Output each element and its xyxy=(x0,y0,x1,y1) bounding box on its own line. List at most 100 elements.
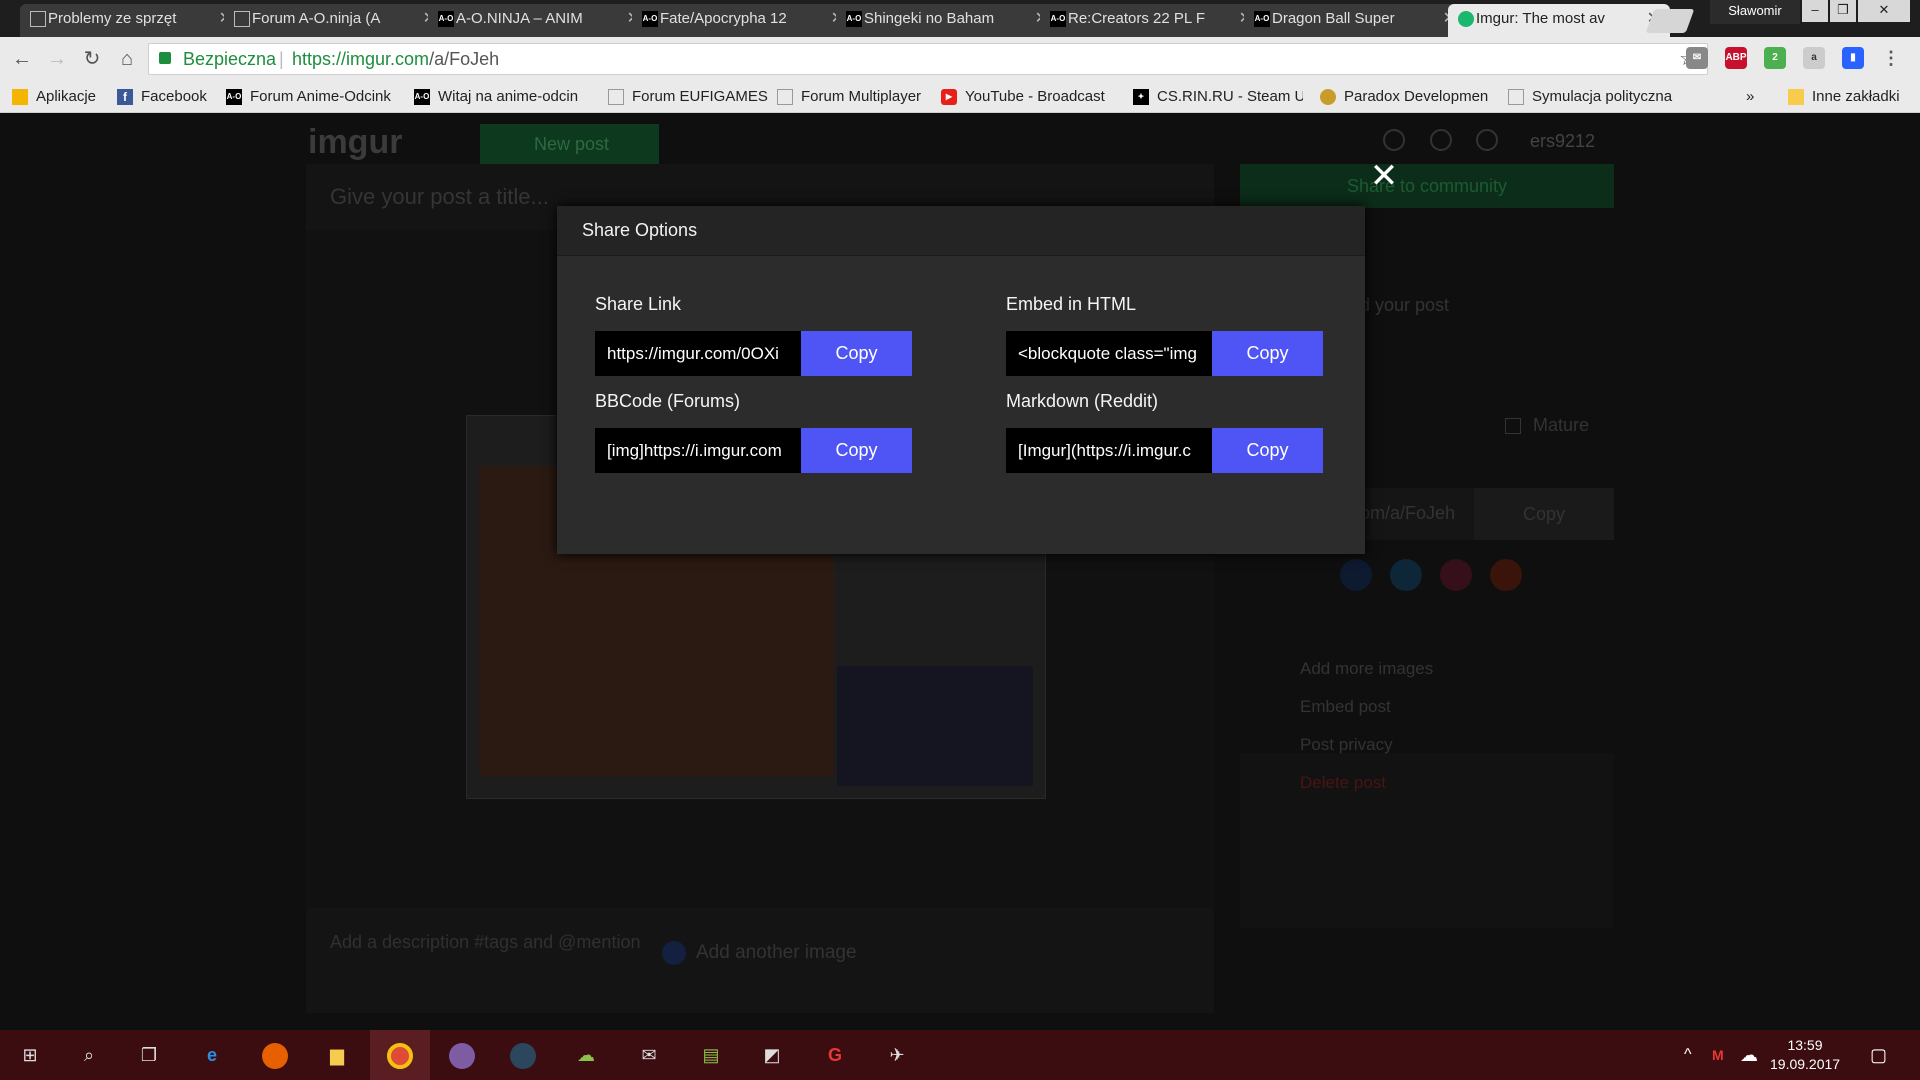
browser-tab[interactable]: A-O Shingeki no Baham ✕ xyxy=(836,4,1058,37)
url-separator: | xyxy=(279,49,284,69)
back-icon[interactable]: ← xyxy=(9,46,35,72)
browser-tab-active[interactable]: Imgur: The most av ✕ xyxy=(1448,4,1670,37)
share-link-label: Share Link xyxy=(595,294,682,314)
browser-tab[interactable]: A-O A-O.NINJA – ANIM ✕ xyxy=(428,4,650,37)
mail-icon[interactable]: ✉ xyxy=(632,1038,666,1072)
windows-start-icon[interactable]: ⊞ xyxy=(13,1038,47,1072)
green-extension-icon[interactable]: 2 xyxy=(1764,47,1786,69)
page-icon xyxy=(1508,89,1524,105)
copy-share-link-button[interactable]: Copy xyxy=(801,331,912,376)
minimize-button[interactable]: – xyxy=(1802,0,1828,22)
adblock-icon[interactable]: ABP xyxy=(1725,47,1747,69)
edge-icon[interactable]: e xyxy=(195,1038,229,1072)
address-bar[interactable]: Bezpieczna | https://imgur.com/a/FoJeh ☆ xyxy=(148,43,1708,75)
modal-title: Share Options xyxy=(557,206,1365,256)
bookmark-item[interactable]: A-O Witaj na anime-odcin xyxy=(414,87,586,107)
bookmark-item[interactable]: Symulacja polityczna xyxy=(1508,87,1672,107)
embed-post: Embed post xyxy=(1300,697,1391,716)
markdown-input[interactable]: [Imgur](https://i.imgur.c xyxy=(1006,428,1212,473)
app-icon[interactable]: ◩ xyxy=(755,1038,789,1072)
onedrive-icon[interactable]: ☁ xyxy=(1740,1030,1758,1080)
search-icon[interactable]: ⌕ xyxy=(72,1038,106,1072)
paradox-icon xyxy=(1320,89,1336,105)
youtube-icon: ▶ xyxy=(941,89,957,105)
ao-icon: A-O xyxy=(438,11,454,27)
imgur-logo: imgur xyxy=(308,123,403,161)
bookmark-item[interactable]: Forum Multiplayer xyxy=(777,87,921,107)
bookmark-extension-icon[interactable]: ▮ xyxy=(1842,47,1864,69)
a-extension-icon[interactable]: a xyxy=(1803,47,1825,69)
copy-embed-html-button[interactable]: Copy xyxy=(1212,331,1323,376)
browser-tab[interactable]: A-O Fate/Apocrypha 12 ✕ xyxy=(632,4,854,37)
bookmark-item[interactable]: Aplikacje xyxy=(12,87,96,107)
url-text: https://imgur.com/a/FoJeh xyxy=(292,49,500,69)
notifications-icon[interactable]: ▢ xyxy=(1870,1030,1887,1080)
page-icon xyxy=(30,11,46,27)
copy-markdown-button[interactable]: Copy xyxy=(1212,428,1323,473)
menu-icon[interactable]: ⋮ xyxy=(1880,47,1902,69)
chrome-icon[interactable] xyxy=(370,1030,430,1080)
gg-icon[interactable] xyxy=(445,1038,479,1072)
profile-button[interactable]: Sławomir xyxy=(1710,0,1800,24)
more-bookmarks-button[interactable]: » xyxy=(1746,87,1754,107)
bookmark-item[interactable]: Paradox Developmen xyxy=(1320,87,1492,107)
clock-date: 19.09.2017 xyxy=(1770,1056,1841,1072)
other-bookmarks[interactable]: Inne zakładki xyxy=(1788,87,1900,107)
tray-m-icon[interactable]: M xyxy=(1712,1030,1724,1080)
page-icon xyxy=(234,11,250,27)
task-view-icon[interactable]: ❐ xyxy=(132,1038,166,1072)
close-window-button[interactable]: ✕ xyxy=(1858,0,1910,22)
steam-icon[interactable] xyxy=(506,1038,540,1072)
delete-post: Delete post xyxy=(1300,773,1386,792)
game-icon[interactable]: ✈ xyxy=(880,1038,914,1072)
side-text: d your post xyxy=(1360,295,1450,315)
folder-icon xyxy=(1788,89,1804,105)
clock-time: 13:59 xyxy=(1787,1037,1823,1053)
new-post-button: New post xyxy=(480,124,659,164)
ao-icon: A-O xyxy=(846,11,862,27)
g-app-icon[interactable]: G xyxy=(818,1038,852,1072)
bookmark-item[interactable]: f Facebook xyxy=(117,87,207,107)
bookmark-item[interactable]: Forum EUFIGAMES xyxy=(608,87,768,107)
browser-tab[interactable]: A-O Re:Creators 22 PL F ✕ xyxy=(1040,4,1262,37)
cloud-app-icon[interactable]: ☁ xyxy=(569,1038,603,1072)
page-icon xyxy=(608,89,624,105)
browser-tab[interactable]: Forum A-O.ninja (A ✕ xyxy=(224,4,446,37)
clock[interactable]: 13:59 19.09.2017 xyxy=(1770,1036,1840,1074)
tab-title: Forum A-O.ninja (A xyxy=(252,10,381,27)
bookmark-item[interactable]: A-O Forum Anime-Odcink xyxy=(226,87,398,107)
bell-icon xyxy=(1476,129,1498,151)
ao-icon: A-O xyxy=(414,89,430,105)
notes-icon[interactable]: ▤ xyxy=(694,1038,728,1072)
forward-icon[interactable]: → xyxy=(44,46,70,72)
reload-icon[interactable]: ↻ xyxy=(79,46,105,72)
explorer-icon[interactable]: ▆ xyxy=(320,1038,354,1072)
reddit-icon xyxy=(1490,559,1522,591)
page-icon xyxy=(777,89,793,105)
tab-title: Fate/Apocrypha 12 xyxy=(660,10,787,27)
copy-bbcode-button[interactable]: Copy xyxy=(801,428,912,473)
facebook-icon: f xyxy=(117,89,133,105)
home-icon[interactable]: ⌂ xyxy=(114,46,140,72)
pinterest-icon xyxy=(1440,559,1472,591)
embed-html-input[interactable]: <blockquote class="img xyxy=(1006,331,1212,376)
bbcode-field: [img]https://i.imgur.com Copy xyxy=(595,428,912,473)
browser-tab[interactable]: Problemy ze sprzęt ✕ xyxy=(20,4,242,37)
close-modal-icon[interactable]: ✕ xyxy=(1368,159,1400,193)
bbcode-input[interactable]: [img]https://i.imgur.com xyxy=(595,428,801,473)
browser-tab[interactable]: A-O Dragon Ball Super ✕ xyxy=(1244,4,1466,37)
restore-button[interactable]: ❐ xyxy=(1830,0,1856,22)
mail-extension-icon[interactable]: ✉ xyxy=(1686,47,1708,69)
bookmark-item[interactable]: ✦ CS.RIN.RU - Steam Ui xyxy=(1133,87,1303,107)
share-link-input[interactable]: https://imgur.com/0OXi xyxy=(595,331,801,376)
ao-icon: A-O xyxy=(226,89,242,105)
new-tab-button[interactable] xyxy=(1645,9,1695,33)
bookmark-item[interactable]: ▶ YouTube - Broadcast xyxy=(941,87,1105,107)
markdown-label: Markdown (Reddit) xyxy=(1006,391,1159,411)
share-to-community-button: Share to community xyxy=(1240,164,1614,208)
bbcode-label: BBCode (Forums) xyxy=(595,391,741,411)
firefox-icon[interactable] xyxy=(258,1038,292,1072)
search-icon xyxy=(1383,129,1405,151)
tray-chevron-icon[interactable]: ^ xyxy=(1684,1030,1692,1080)
share-link-field: https://imgur.com/0OXi Copy xyxy=(595,331,912,376)
